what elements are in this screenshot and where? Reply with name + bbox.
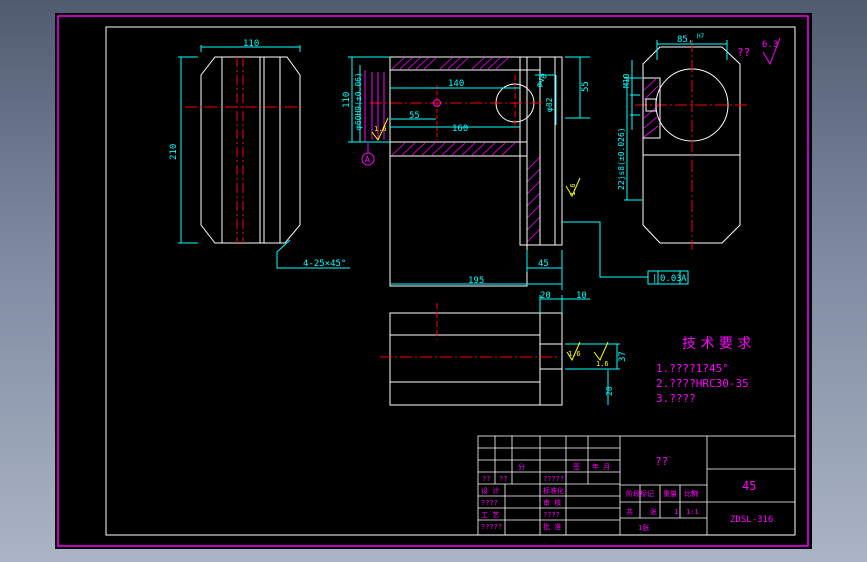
dim-front-phi82: φ82	[545, 97, 554, 112]
dim-top-width: 110	[243, 39, 259, 49]
dim-front-slot: φ60H9(±0.06)	[354, 72, 363, 130]
dim-front-110: 110	[342, 92, 352, 108]
roughness-bottom-2: 1.6	[596, 360, 609, 368]
roughness-front-2: 1.6	[569, 183, 577, 196]
tb-c8: 标准化	[543, 486, 564, 495]
tb-c14: ?????	[481, 523, 502, 531]
tb-drawing-no: ZDSL-316	[730, 515, 773, 525]
tb-c15: 阶段标记	[626, 489, 654, 498]
tb-c5: 签	[573, 462, 580, 471]
dim-right-m10: M10	[622, 73, 631, 88]
tb-c20: 张	[650, 507, 657, 516]
tb-c3: 分	[518, 462, 525, 471]
tb-c19: 共	[626, 507, 633, 516]
tb-c22: 1:1	[686, 508, 699, 516]
datum-label: A	[365, 155, 370, 164]
tb-c10: 审 核	[543, 498, 561, 507]
dim-front-160: 160	[452, 124, 468, 134]
dim-front-140: 140	[448, 79, 464, 89]
tb-c9: ????	[481, 499, 498, 507]
tb-c1: ??	[482, 475, 490, 483]
dim-front-195: 195	[468, 276, 484, 286]
tb-c21: 1	[674, 508, 678, 516]
dim-bottom-37: 37	[618, 351, 628, 362]
tb-c12: 工 艺	[481, 511, 499, 519]
tb-part-name: ??	[655, 455, 668, 468]
tolerance-value: 0.03	[660, 274, 682, 284]
dim-left-height: 210	[169, 144, 179, 160]
tb-c6: 年 月	[592, 462, 610, 471]
dim-bottom-10: 10	[576, 291, 587, 301]
tb-c7: 设 计	[481, 486, 499, 495]
roughness-bottom-1: 1.6	[568, 350, 581, 358]
drawing-paper	[55, 13, 812, 549]
notes-line-1: 1.????1?45°	[656, 362, 729, 375]
tolerance-ref: A	[681, 274, 687, 284]
roughness-general-qm: ??	[737, 46, 750, 59]
tb-c2: ??	[499, 475, 507, 483]
tb-c16: 重量	[663, 490, 677, 498]
roughness-front-1: 1.6	[374, 125, 387, 133]
tolerance-symbol: |	[652, 274, 657, 284]
roughness-general: 6.3	[762, 40, 778, 50]
dim-bottom-20v: 20	[605, 386, 614, 396]
dim-right-85-sup: H7	[697, 33, 705, 40]
tb-c11: ????	[543, 511, 560, 519]
dim-front-55-right: 55	[581, 81, 591, 92]
notes-title: 技 术 要 求	[682, 336, 751, 352]
tb-material: 45	[742, 479, 756, 493]
dim-chamfer: 4-25×45°	[303, 259, 346, 269]
notes-line-3: 3.????	[656, 392, 696, 405]
dim-front-45: 45	[538, 259, 549, 269]
tb-c18: ??	[690, 490, 698, 498]
tb-c13: 批 准	[543, 522, 561, 531]
dim-right-85: 85,	[677, 35, 693, 45]
dim-front-55: 55	[409, 111, 420, 121]
tb-c4: ?????	[543, 475, 564, 483]
dim-right-22: 22js8(±0.026)	[617, 127, 626, 190]
notes-line-2: 2.????HRC30-35	[656, 377, 749, 390]
cad-drawing: 110 210 4-25×45° 140 55 160 110 φ60H9(±0…	[55, 13, 812, 549]
dim-bottom-20: 20	[540, 291, 551, 301]
tb-c23: 1张	[638, 523, 649, 532]
